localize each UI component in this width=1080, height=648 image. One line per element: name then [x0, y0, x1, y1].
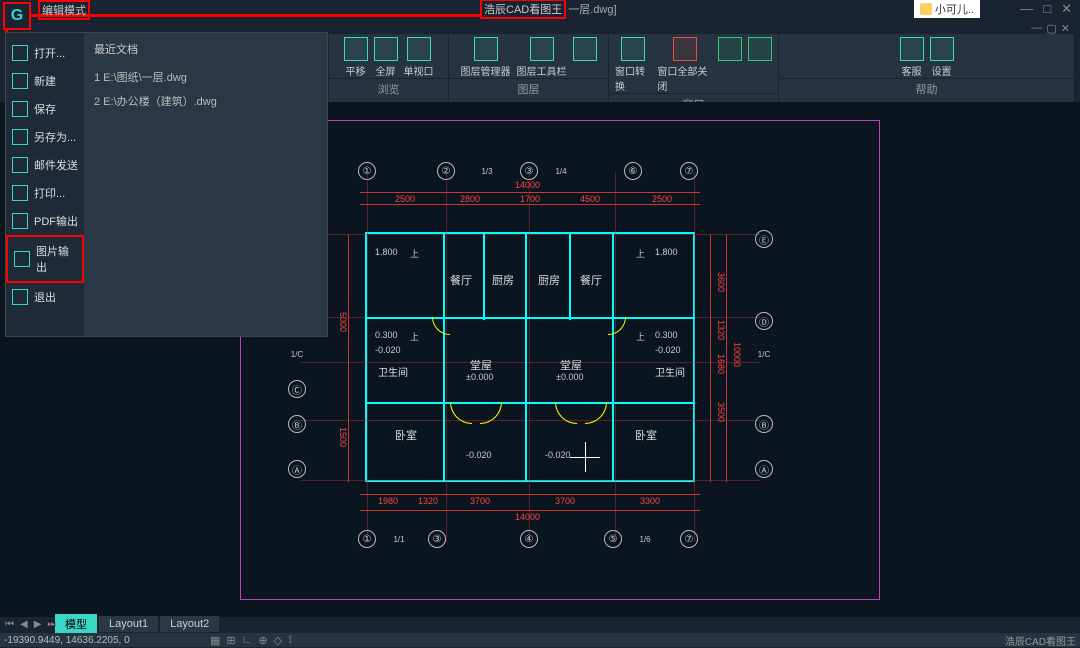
pdf-icon [12, 213, 28, 229]
menu-exit[interactable]: 退出 [6, 283, 84, 311]
tab-next[interactable]: ▶ [32, 619, 44, 630]
tab-nav: ⏮ ◀ ▶ ⏭ [3, 619, 58, 630]
window-controls: — □ ✕ [1020, 1, 1072, 17]
app-logo-icon[interactable]: G [3, 2, 31, 30]
tool-layer-manager[interactable]: 图层管理器 [461, 37, 511, 78]
win-b-icon [748, 37, 772, 61]
menu-save[interactable]: 保存 [6, 95, 84, 123]
close-button[interactable]: ✕ [1061, 1, 1072, 17]
menu-new[interactable]: 新建 [6, 67, 84, 95]
mode-selector[interactable]: 编辑模式 [38, 0, 90, 20]
tool-pan[interactable]: 平移 [344, 37, 368, 78]
gear-icon [930, 37, 954, 61]
viewport-icon [407, 37, 431, 61]
file-menu: 打开... 新建 保存 另存为... 邮件发送 打印... PDF输出 图片输出… [5, 32, 328, 337]
status-toggles: ▦ ⊞ ∟ ⊕ ◇ ⟟ [210, 634, 292, 647]
tab-first[interactable]: ⏮ [3, 619, 16, 630]
menu-pdf[interactable]: PDF输出 [6, 207, 84, 235]
win-a-icon [718, 37, 742, 61]
building-outline [365, 232, 695, 482]
title-center: 浩辰CAD看图王 一层.dwg] [480, 0, 617, 19]
open-icon [12, 45, 28, 61]
grid-7: ⑦ [680, 162, 698, 180]
user-avatar-icon [920, 3, 932, 15]
menu-open[interactable]: 打开... [6, 39, 84, 67]
user-account[interactable]: 小可儿.. [914, 0, 980, 18]
tool-layer-more[interactable] [573, 37, 597, 78]
support-icon [900, 37, 924, 61]
tool-window-closeall[interactable]: 窗口全部关闭 [657, 37, 712, 93]
tool-window-a[interactable] [718, 37, 742, 93]
layer-tool-icon [530, 37, 554, 61]
menu-saveas[interactable]: 另存为... [6, 123, 84, 151]
winswitch-icon [621, 37, 645, 61]
image-icon [14, 251, 30, 267]
tool-layer-toolbar[interactable]: 图层工具栏 [517, 37, 567, 78]
tool-fullscreen[interactable]: 全屏 [374, 37, 398, 78]
polar-toggle[interactable]: ⊕ [258, 634, 267, 647]
recent-file-2[interactable]: 2 E:\办公楼（建筑）.dwg [94, 89, 317, 113]
status-bar: -19390.9449, 14636.2205, 0 ▦ ⊞ ∟ ⊕ ◇ ⟟ 浩… [0, 633, 1080, 647]
winclose-icon [673, 37, 697, 61]
recent-files: 最近文档 1 E:\图纸\一层.dwg 2 E:\办公楼（建筑）.dwg [84, 33, 327, 336]
grid-6: ⑥ [624, 162, 642, 180]
highlight-bar [30, 14, 480, 17]
menu-mail[interactable]: 邮件发送 [6, 151, 84, 179]
title-bar: G 编辑模式 浩辰CAD看图王 一层.dwg] 小可儿.. — □ ✕ [0, 0, 1080, 18]
cursor-coords: -19390.9449, 14636.2205, 0 [4, 635, 130, 646]
doc-name: 一层.dwg] [568, 1, 616, 17]
layer-more-icon [573, 37, 597, 61]
mail-icon [12, 157, 28, 173]
tool-settings[interactable]: 设置 [930, 37, 954, 78]
layout-tabs: ⏮ ◀ ▶ ⏭ 模型 Layout1 Layout2 [0, 615, 219, 633]
pan-icon [344, 37, 368, 61]
new-icon [12, 73, 28, 89]
tab-layout2[interactable]: Layout2 [160, 616, 219, 632]
tool-support[interactable]: 客服 [900, 37, 924, 78]
menu-image-export[interactable]: 图片输出 [6, 235, 84, 283]
ribbon-toolbar: 平移 全屏 单视口 浏览 图层管理器 图层工具栏 图层 窗口转换 窗口全部关闭 … [329, 34, 1075, 102]
minimize-button[interactable]: — [1020, 1, 1033, 17]
ortho-toggle[interactable]: ∟ [242, 634, 253, 647]
tool-window-switch[interactable]: 窗口转换 [615, 37, 651, 93]
layers-icon [474, 37, 498, 61]
otrack-toggle[interactable]: ⟟ [288, 634, 292, 647]
cursor-crosshair [570, 442, 600, 472]
print-icon [12, 185, 28, 201]
tool-window-b[interactable] [748, 37, 772, 93]
tab-prev[interactable]: ◀ [18, 619, 30, 630]
tab-last[interactable]: ⏭ [45, 619, 58, 630]
tab-layout1[interactable]: Layout1 [99, 616, 158, 632]
recent-file-1[interactable]: 1 E:\图纸\一层.dwg [94, 65, 317, 89]
app-name: 浩辰CAD看图王 [480, 0, 566, 19]
file-menu-list: 打开... 新建 保存 另存为... 邮件发送 打印... PDF输出 图片输出… [6, 33, 84, 336]
grid-toggle[interactable]: ⊞ [226, 634, 235, 647]
grid-1-3: 1/3 [478, 162, 496, 180]
dim-top-total: 14000 [515, 180, 540, 190]
tab-model[interactable]: 模型 [55, 614, 97, 634]
fullscreen-icon [374, 37, 398, 61]
menu-print[interactable]: 打印... [6, 179, 84, 207]
grid-1-4: 1/4 [552, 162, 570, 180]
tool-viewport[interactable]: 单视口 [404, 37, 434, 78]
status-brand: 浩辰CAD看图王 [1005, 633, 1076, 648]
snap-toggle[interactable]: ▦ [210, 634, 220, 647]
exit-icon [12, 289, 28, 305]
saveas-icon [12, 129, 28, 145]
save-icon [12, 101, 28, 117]
maximize-button[interactable]: □ [1043, 1, 1051, 17]
osnap-toggle[interactable]: ◇ [274, 634, 282, 647]
